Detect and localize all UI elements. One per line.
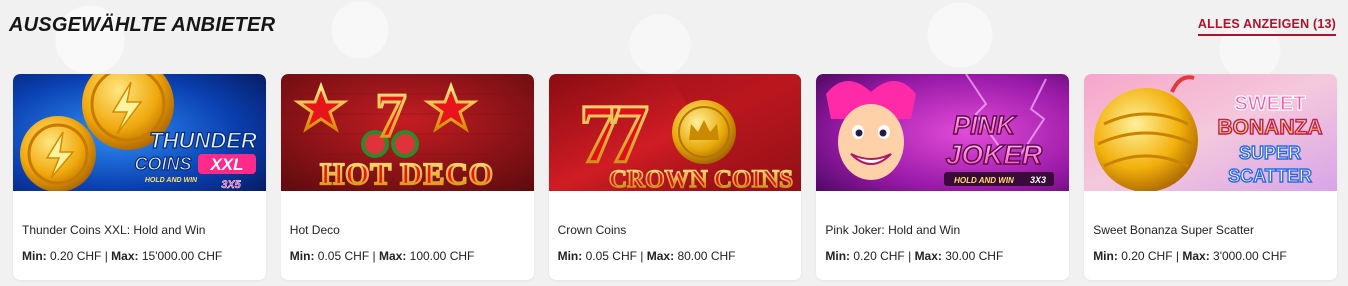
section-title: AUSGEWÄHLTE ANBIETER bbox=[9, 14, 276, 36]
joker-face-icon bbox=[838, 104, 905, 180]
svg-text:SUPER: SUPER bbox=[1239, 143, 1301, 163]
section-header: AUSGEWÄHLTE ANBIETER ALLES ANZEIGEN (13) bbox=[9, 14, 1336, 40]
max-bet: 15'000.00 CHF bbox=[141, 249, 223, 263]
thunder-coins-artwork: THUNDER COINS XXL HOLD AND WIN 3X5 bbox=[13, 74, 266, 191]
game-name: Pink Joker: Hold and Win bbox=[825, 223, 961, 237]
max-bet: 100.00 CHF bbox=[409, 249, 475, 263]
game-name: Thunder Coins XXL: Hold and Win bbox=[22, 223, 206, 237]
min-bet: 0.05 CHF bbox=[585, 249, 637, 263]
sweet-bonanza-artwork: SWEET BONANZA SUPER SCATTER bbox=[1084, 74, 1337, 191]
svg-text:HOLD AND WIN: HOLD AND WIN bbox=[955, 176, 1015, 185]
svg-text:3X5: 3X5 bbox=[221, 179, 241, 191]
art-line1: THUNDER bbox=[149, 128, 257, 153]
max-bet: 80.00 CHF bbox=[677, 249, 736, 263]
svg-text:SCATTER: SCATTER bbox=[1228, 166, 1312, 186]
svg-text:PINK: PINK bbox=[953, 110, 1017, 140]
bet-limits: Min: 0.20 CHF | Max: 30.00 CHF bbox=[825, 249, 1004, 263]
svg-text:JOKER: JOKER bbox=[946, 139, 1043, 170]
min-bet: 0.05 CHF bbox=[317, 249, 370, 263]
min-bet: 0.20 CHF bbox=[50, 249, 102, 263]
svg-text:XXL: XXL bbox=[209, 155, 243, 174]
game-cards-row: THUNDER COINS XXL HOLD AND WIN 3X5 Thund… bbox=[13, 74, 1337, 280]
max-bet: 3'000.00 CHF bbox=[1213, 249, 1287, 263]
show-all-link[interactable]: ALLES ANZEIGEN (13) bbox=[1197, 17, 1336, 36]
game-card-thunder-coins[interactable]: THUNDER COINS XXL HOLD AND WIN 3X5 Thund… bbox=[13, 74, 266, 280]
art-title: CROWN COINS bbox=[609, 166, 793, 191]
max-bet: 30.00 CHF bbox=[945, 249, 1004, 263]
bet-limits: Min: 0.05 CHF | Max: 100.00 CHF bbox=[289, 249, 475, 263]
crown-coins-artwork: 77 CROWN COINS bbox=[548, 74, 802, 191]
bet-limits: Min: 0.05 CHF | Max: 80.00 CHF bbox=[557, 249, 736, 263]
game-card-sweet-bonanza[interactable]: SWEET BONANZA SUPER SCATTER Sweet Bonanz… bbox=[1084, 74, 1337, 280]
svg-text:BONANZA: BONANZA bbox=[1218, 116, 1323, 139]
game-name: Crown Coins bbox=[557, 223, 627, 237]
hot-deco-artwork: 7 HOT DECO bbox=[280, 74, 534, 191]
game-card-hot-deco[interactable]: 7 HOT DECO Hot Deco Min: 0.05 CHF | Max:… bbox=[280, 74, 534, 280]
svg-text:3X3: 3X3 bbox=[1030, 175, 1046, 185]
art-title: HOT DECO bbox=[320, 156, 494, 191]
bet-limits: Min: 0.20 CHF | Max: 15'000.00 CHF bbox=[22, 249, 223, 263]
game-name: Sweet Bonanza Super Scatter bbox=[1093, 223, 1254, 237]
game-name: Hot Deco bbox=[289, 223, 340, 237]
min-bet: 0.20 CHF bbox=[1121, 249, 1173, 263]
game-card-crown-coins[interactable]: 77 CROWN COINS Crown Coins Min: 0.05 CHF… bbox=[548, 74, 802, 280]
game-thumbnail-sweet-bonanza[interactable]: SWEET BONANZA SUPER SCATTER bbox=[1084, 74, 1337, 191]
min-bet: 0.20 CHF bbox=[853, 249, 905, 263]
svg-text:COINS: COINS bbox=[134, 154, 191, 174]
game-card-pink-joker[interactable]: PINK JOKER HOLD AND WIN 3X3 Pink Joker: … bbox=[816, 74, 1070, 280]
svg-text:7: 7 bbox=[375, 82, 406, 150]
pink-joker-artwork: PINK JOKER HOLD AND WIN 3X3 bbox=[816, 74, 1070, 191]
game-thumbnail-thunder-coins[interactable]: THUNDER COINS XXL HOLD AND WIN 3X5 bbox=[13, 74, 266, 191]
game-thumbnail-pink-joker[interactable]: PINK JOKER HOLD AND WIN 3X3 bbox=[816, 74, 1070, 191]
svg-text:SWEET: SWEET bbox=[1235, 93, 1306, 115]
svg-text:HOLD AND WIN: HOLD AND WIN bbox=[145, 177, 198, 184]
bet-limits: Min: 0.20 CHF | Max: 3'000.00 CHF bbox=[1093, 249, 1287, 263]
game-thumbnail-hot-deco[interactable]: 7 HOT DECO bbox=[280, 74, 534, 191]
game-thumbnail-crown-coins[interactable]: 77 CROWN COINS bbox=[548, 74, 802, 191]
